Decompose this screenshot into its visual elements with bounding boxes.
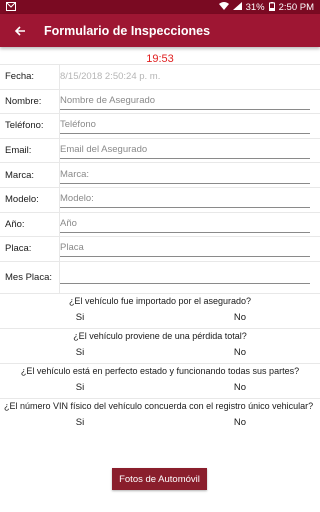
answer-no-option[interactable]: No	[160, 347, 320, 358]
answer-group-condition: Si No	[0, 378, 320, 398]
field-label: Placa:	[0, 237, 60, 261]
answer-no-option[interactable]: No	[160, 312, 320, 323]
answer-yes-option[interactable]: Si	[0, 417, 160, 428]
inspection-form: Fecha: 8/15/2018 2:50:24 p. m. Nombre: N…	[0, 64, 320, 433]
field-label: Año:	[0, 212, 60, 237]
app-bar: Formulario de Inspecciones	[0, 14, 320, 47]
answer-group-total-loss: Si No	[0, 343, 320, 363]
answer-yes-option[interactable]: Si	[0, 382, 160, 393]
status-time: 2:50 PM	[278, 1, 314, 13]
field-label: Modelo:	[0, 187, 60, 212]
field-row-email: Email: Email del Asegurado	[0, 137, 320, 163]
answer-yes-option[interactable]: Si	[0, 347, 160, 358]
answer-yes-option[interactable]: Si	[0, 312, 160, 323]
field-row-marca: Marca: Marca:	[0, 162, 320, 187]
phone-input[interactable]: Teléfono	[60, 117, 310, 135]
question-imported: ¿El vehículo fue importado por el asegur…	[0, 292, 320, 308]
email-input[interactable]: Email del Asegurado	[60, 142, 310, 160]
field-label: Nombre:	[0, 89, 60, 114]
status-bar: 31% 2:50 PM	[0, 0, 320, 14]
name-input[interactable]: Nombre de Asegurado	[60, 93, 310, 110]
model-input[interactable]: Modelo:	[60, 191, 310, 209]
answer-no-option[interactable]: No	[160, 382, 320, 393]
page-title: Formulario de Inspecciones	[44, 23, 211, 38]
field-row-ano: Año: Año	[0, 211, 320, 237]
answer-no-option[interactable]: No	[160, 417, 320, 428]
field-label: Email:	[0, 138, 60, 163]
field-row-nombre: Nombre: Nombre de Asegurado	[0, 88, 320, 114]
field-label: Marca:	[0, 163, 60, 187]
plate-input[interactable]: Placa	[60, 240, 310, 258]
signal-icon	[232, 2, 242, 12]
field-row-placa: Placa: Placa	[0, 236, 320, 261]
question-condition: ¿El vehículo está en perfecto estado y f…	[0, 362, 320, 378]
back-button[interactable]	[0, 14, 40, 47]
wifi-icon	[218, 2, 229, 12]
answer-group-vin: Si No	[0, 413, 320, 433]
field-label: Fecha:	[0, 65, 60, 89]
question-vin: ¿El número VIN físico del vehículo concu…	[0, 397, 320, 413]
field-label: Teléfono:	[0, 114, 60, 138]
field-label: Mes Placa:	[0, 261, 60, 293]
battery-percent: 31%	[245, 1, 265, 13]
car-photos-button[interactable]: Fotos de Automóvil	[112, 468, 207, 490]
brand-input[interactable]: Marca:	[60, 167, 310, 184]
field-row-telefono: Teléfono: Teléfono	[0, 113, 320, 138]
field-row-mes-placa: Mes Placa:	[0, 260, 320, 293]
back-arrow-icon	[14, 25, 25, 36]
question-total-loss: ¿El vehículo proviene de una pérdida tot…	[0, 327, 320, 343]
year-input[interactable]: Año	[60, 216, 310, 233]
field-row-modelo: Modelo: Modelo:	[0, 186, 320, 212]
notification-icon	[6, 1, 16, 13]
date-field: 8/15/2018 2:50:24 p. m.	[60, 70, 161, 82]
plate-month-input[interactable]	[60, 270, 310, 285]
field-row-fecha: Fecha: 8/15/2018 2:50:24 p. m.	[0, 64, 320, 89]
answer-group-imported: Si No	[0, 308, 320, 328]
battery-icon	[268, 1, 275, 13]
